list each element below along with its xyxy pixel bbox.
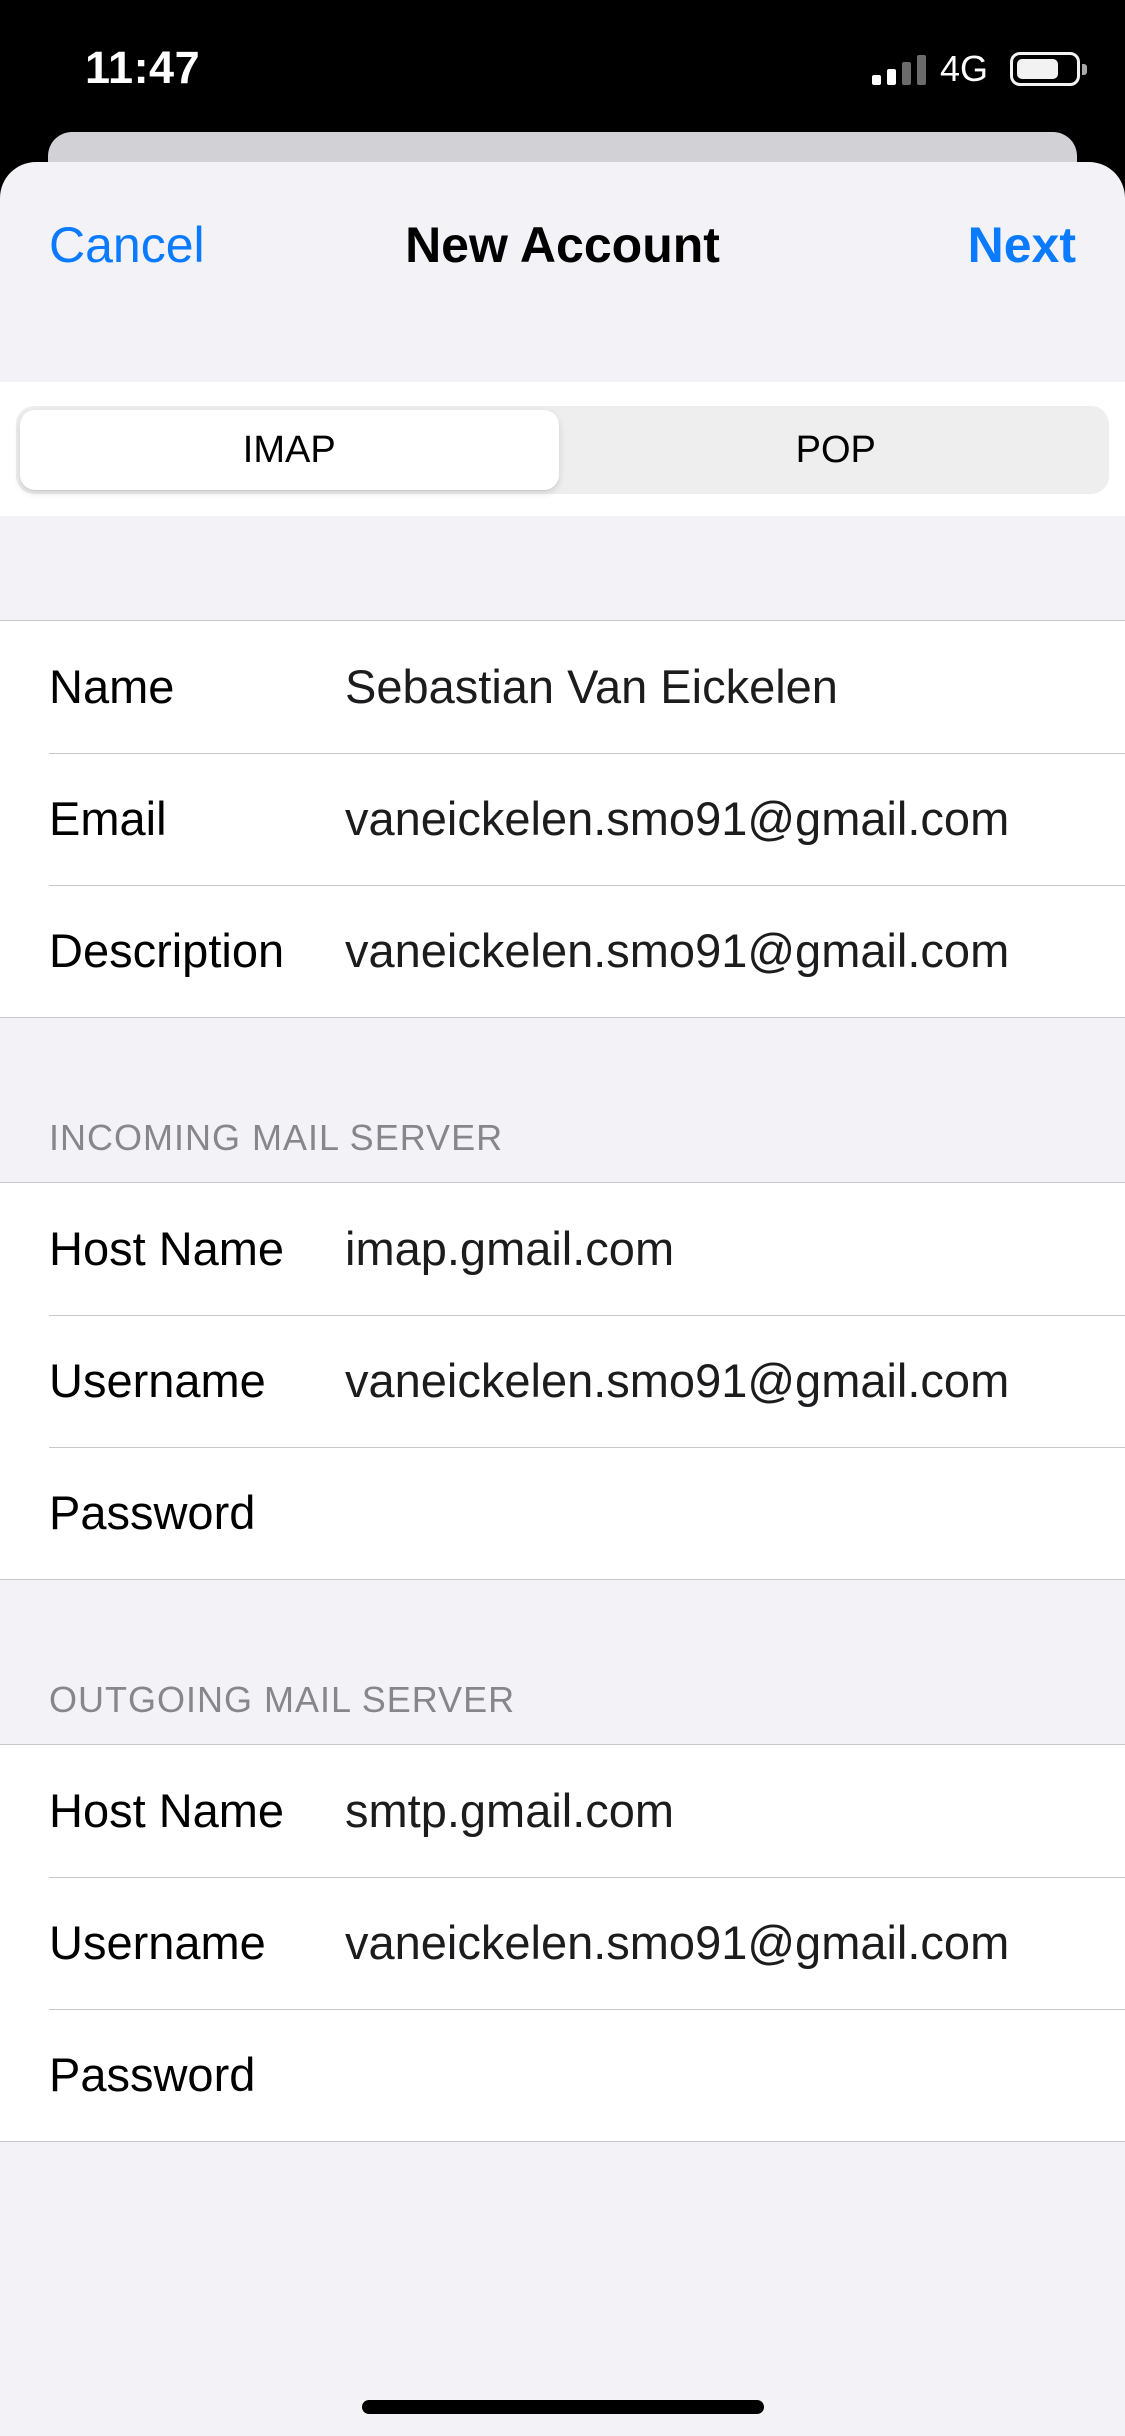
incoming-host-label: Host Name [49, 1222, 285, 1275]
outgoing-host-row[interactable]: Host Name smtp.gmail.com [0, 1745, 1125, 1877]
outgoing-password-row[interactable]: Password [0, 2009, 1125, 2141]
outgoing-host-label: Host Name [49, 1784, 285, 1837]
network-type: 4G [939, 48, 988, 89]
outgoing-password-label: Password [49, 2048, 256, 2101]
outgoing-server-group: Host Name smtp.gmail.com Username vaneic… [0, 1744, 1125, 2142]
battery-cap [1082, 64, 1087, 75]
incoming-host-row[interactable]: Host Name imap.gmail.com [0, 1183, 1125, 1315]
incoming-password-label: Password [49, 1486, 256, 1539]
incoming-password-field[interactable] [345, 1447, 1085, 1579]
name-row[interactable]: Name Sebastian Van Eickelen [0, 621, 1125, 753]
account-info-group: Name Sebastian Van Eickelen Email vaneic… [0, 620, 1125, 1018]
battery-fill [1017, 59, 1058, 79]
protocol-segment-container: IMAP POP [0, 382, 1125, 516]
signal-bar [901, 62, 911, 85]
description-row[interactable]: Description vaneickelen.smo91@gmail.com [0, 885, 1125, 1017]
signal-bar [886, 69, 896, 85]
email-label: Email [49, 792, 167, 845]
email-row[interactable]: Email vaneickelen.smo91@gmail.com [0, 753, 1125, 885]
home-indicator[interactable] [362, 2400, 764, 2414]
description-label: Description [49, 924, 285, 977]
navigation-bar: Cancel New Account Next [0, 162, 1125, 382]
description-field[interactable]: vaneickelen.smo91@gmail.com [345, 885, 1009, 1017]
incoming-section-header: INCOMING MAIL SERVER [49, 1117, 504, 1158]
page-title: New Account [405, 217, 720, 273]
next-button[interactable]: Next [968, 216, 1076, 274]
protocol-segmented-control: IMAP POP [16, 406, 1109, 494]
incoming-host-field[interactable]: imap.gmail.com [345, 1183, 674, 1315]
incoming-password-row[interactable]: Password [0, 1447, 1125, 1579]
screen: 11:47 4G Cancel New Account Next IMAP PO… [0, 0, 1125, 2436]
outgoing-username-label: Username [49, 1916, 266, 1969]
incoming-username-field[interactable]: vaneickelen.smo91@gmail.com [345, 1315, 1009, 1447]
incoming-server-group: Host Name imap.gmail.com Username vaneic… [0, 1182, 1125, 1580]
outgoing-section-header: OUTGOING MAIL SERVER [49, 1679, 516, 1720]
outgoing-host-field[interactable]: smtp.gmail.com [345, 1745, 674, 1877]
name-label: Name [49, 660, 175, 713]
name-field[interactable]: Sebastian Van Eickelen [345, 621, 838, 753]
segment-pop[interactable]: POP [567, 410, 1106, 490]
status-time: 11:47 [85, 42, 201, 93]
segment-imap[interactable]: IMAP [20, 410, 559, 490]
status-bar: 11:47 4G [0, 0, 1125, 135]
incoming-username-label: Username [49, 1354, 266, 1407]
incoming-username-row[interactable]: Username vaneickelen.smo91@gmail.com [0, 1315, 1125, 1447]
outgoing-password-field[interactable] [345, 2009, 1085, 2141]
outgoing-username-row[interactable]: Username vaneickelen.smo91@gmail.com [0, 1877, 1125, 2009]
battery-icon [1010, 52, 1087, 86]
cellular-signal-icon [871, 53, 926, 85]
signal-bar [916, 55, 926, 85]
email-field[interactable]: vaneickelen.smo91@gmail.com [345, 753, 1009, 885]
outgoing-username-field[interactable]: vaneickelen.smo91@gmail.com [345, 1877, 1009, 2009]
status-indicators: 4G [871, 48, 1087, 90]
new-account-sheet: Cancel New Account Next IMAP POP Name Se… [0, 162, 1125, 2436]
signal-bar [871, 75, 881, 85]
